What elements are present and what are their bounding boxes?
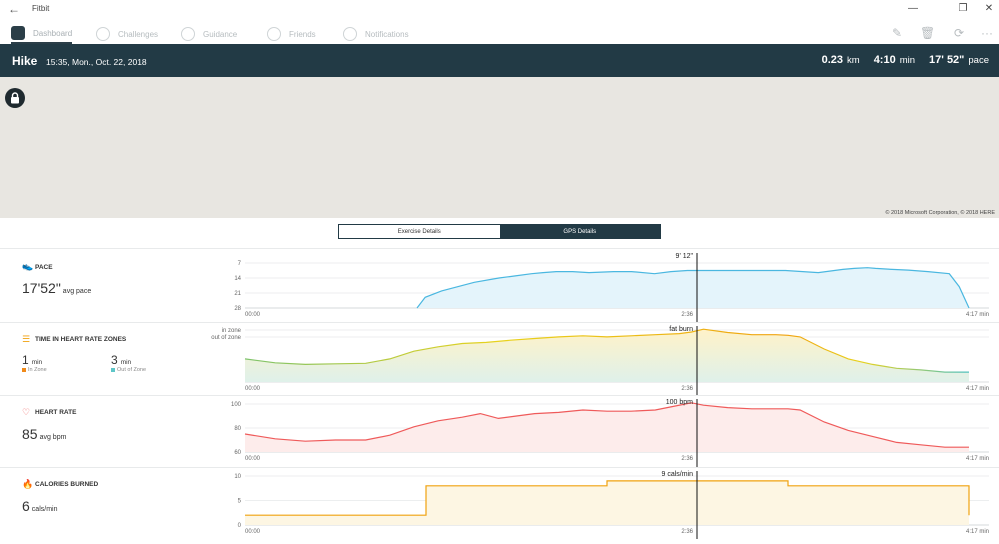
pace-chart[interactable]: 7 14 21 28 00:00 2:36 4:17 min 9' 12" — [0, 248, 999, 322]
edit-icon[interactable]: ✎ — [890, 26, 904, 40]
pace-unit: pace — [968, 55, 989, 66]
pace-value: 17' 52" — [929, 54, 965, 66]
marker-label: 100 bpm — [666, 399, 693, 406]
marker-label: fat burn — [669, 326, 693, 333]
nav-label: Friends — [289, 29, 316, 39]
stat-duration: 4:10 min — [874, 54, 915, 66]
tab-friends[interactable]: Friends — [267, 24, 316, 44]
x-tick-label: 00:00 — [245, 529, 261, 535]
tab-challenges[interactable]: Challenges — [96, 24, 158, 44]
route-map[interactable]: © 2018 Microsoft Corporation, © 2018 HER… — [0, 77, 999, 218]
compass-icon — [181, 27, 195, 41]
activity-header: Hike 15:35, Mon., Oct. 22, 2018 0.23 km 4… — [0, 44, 999, 77]
x-tick-label: 2:36 — [681, 529, 693, 535]
distance-value: 0.23 — [821, 54, 844, 66]
detail-tabs: Exercise Details GPS Details — [338, 224, 661, 239]
heart-zones-chart[interactable]: in zoneout of zone 00:00 2:36 4:17 min fat b… — [0, 322, 999, 395]
distance-unit: km — [847, 55, 860, 66]
y-tick-label: 80 — [234, 426, 241, 432]
calories-chart[interactable]: 10 5 000:00 2:36 4:17 min 9 cals/min — [0, 467, 999, 544]
restore-icon[interactable]: ❐ — [956, 3, 970, 14]
activity-datetime: 15:35, Mon., Oct. 22, 2018 — [46, 57, 147, 67]
title-bar: ← Fitbit — ❐ ✕ — [0, 0, 999, 18]
nav-label: Challenges — [118, 29, 159, 39]
x-tick-label: 2:36 — [681, 386, 693, 392]
y-tick-label: 10 — [234, 474, 241, 480]
y-tick-label: 7 — [238, 261, 242, 267]
map-copyright: © 2018 Microsoft Corporation, © 2018 HER… — [885, 210, 995, 216]
x-tick-label: 4:17 min — [966, 386, 989, 392]
nav-label: Notifications — [365, 29, 409, 39]
tab-notifications[interactable]: Notifications — [343, 24, 409, 44]
y-tick-label: out of zone — [211, 335, 241, 341]
y-tick-label: in zone — [222, 328, 242, 334]
lock-icon[interactable] — [5, 88, 25, 108]
y-tick-label: 0 — [238, 523, 242, 529]
x-tick-label: 00:00 — [245, 386, 261, 392]
x-tick-label: 2:36 — [681, 456, 693, 462]
marker-label: 9' 12" — [676, 253, 694, 260]
tab-exercise-details[interactable]: Exercise Details — [339, 225, 500, 238]
activity-stats: 0.23 km 4:10 min 17' 52" pace — [822, 54, 989, 66]
series-area — [245, 480, 969, 525]
heart-rate-chart[interactable]: 100 80 60 00:00 2:36 4:17 min 100 bpm — [0, 395, 999, 467]
top-nav: Dashboard Challenges Guidance Friends No… — [0, 21, 999, 44]
x-tick-label: 4:17 min — [966, 312, 989, 318]
tab-guidance[interactable]: Guidance — [181, 24, 237, 44]
y-tick-label: 100 — [231, 402, 242, 408]
x-tick-label: 00:00 — [245, 312, 261, 318]
x-tick-label: 2:36 — [681, 312, 693, 318]
tab-gps-details[interactable]: GPS Details — [499, 225, 660, 238]
stat-distance: 0.23 km — [822, 54, 860, 66]
close-icon[interactable]: ✕ — [982, 3, 996, 14]
dashboard-icon — [11, 26, 25, 40]
y-tick-label: 21 — [234, 291, 241, 297]
marker-label: 9 cals/min — [661, 471, 693, 478]
duration-value: 4:10 — [873, 54, 896, 66]
minimize-icon[interactable]: — — [906, 3, 920, 14]
trash-icon[interactable]: 🗑 — [920, 26, 935, 40]
y-tick-label: 14 — [234, 276, 241, 282]
series-area — [417, 267, 969, 308]
back-arrow-icon[interactable]: ← — [8, 2, 20, 16]
duration-unit: min — [899, 55, 916, 66]
series-area — [245, 402, 969, 452]
app-title: Fitbit — [32, 4, 50, 13]
y-tick-label: 28 — [234, 306, 241, 312]
chat-bubble-icon — [343, 27, 357, 41]
more-icon[interactable]: ··· — [980, 26, 994, 40]
x-tick-label: 4:17 min — [966, 456, 989, 462]
tab-dashboard[interactable]: Dashboard — [11, 24, 73, 44]
nav-label: Dashboard — [33, 28, 73, 38]
stat-pace: 17' 52" pace — [929, 54, 989, 66]
friends-icon — [267, 27, 281, 41]
activity-name: Hike — [12, 54, 38, 68]
star-badge-icon — [96, 27, 110, 41]
x-tick-label: 4:17 min — [966, 529, 989, 535]
nav-label: Guidance — [203, 29, 238, 39]
sync-icon[interactable]: ⟳ — [952, 26, 966, 40]
y-tick-label: 60 — [234, 450, 241, 456]
x-tick-label: 00:00 — [245, 456, 261, 462]
y-tick-label: 5 — [238, 499, 242, 505]
